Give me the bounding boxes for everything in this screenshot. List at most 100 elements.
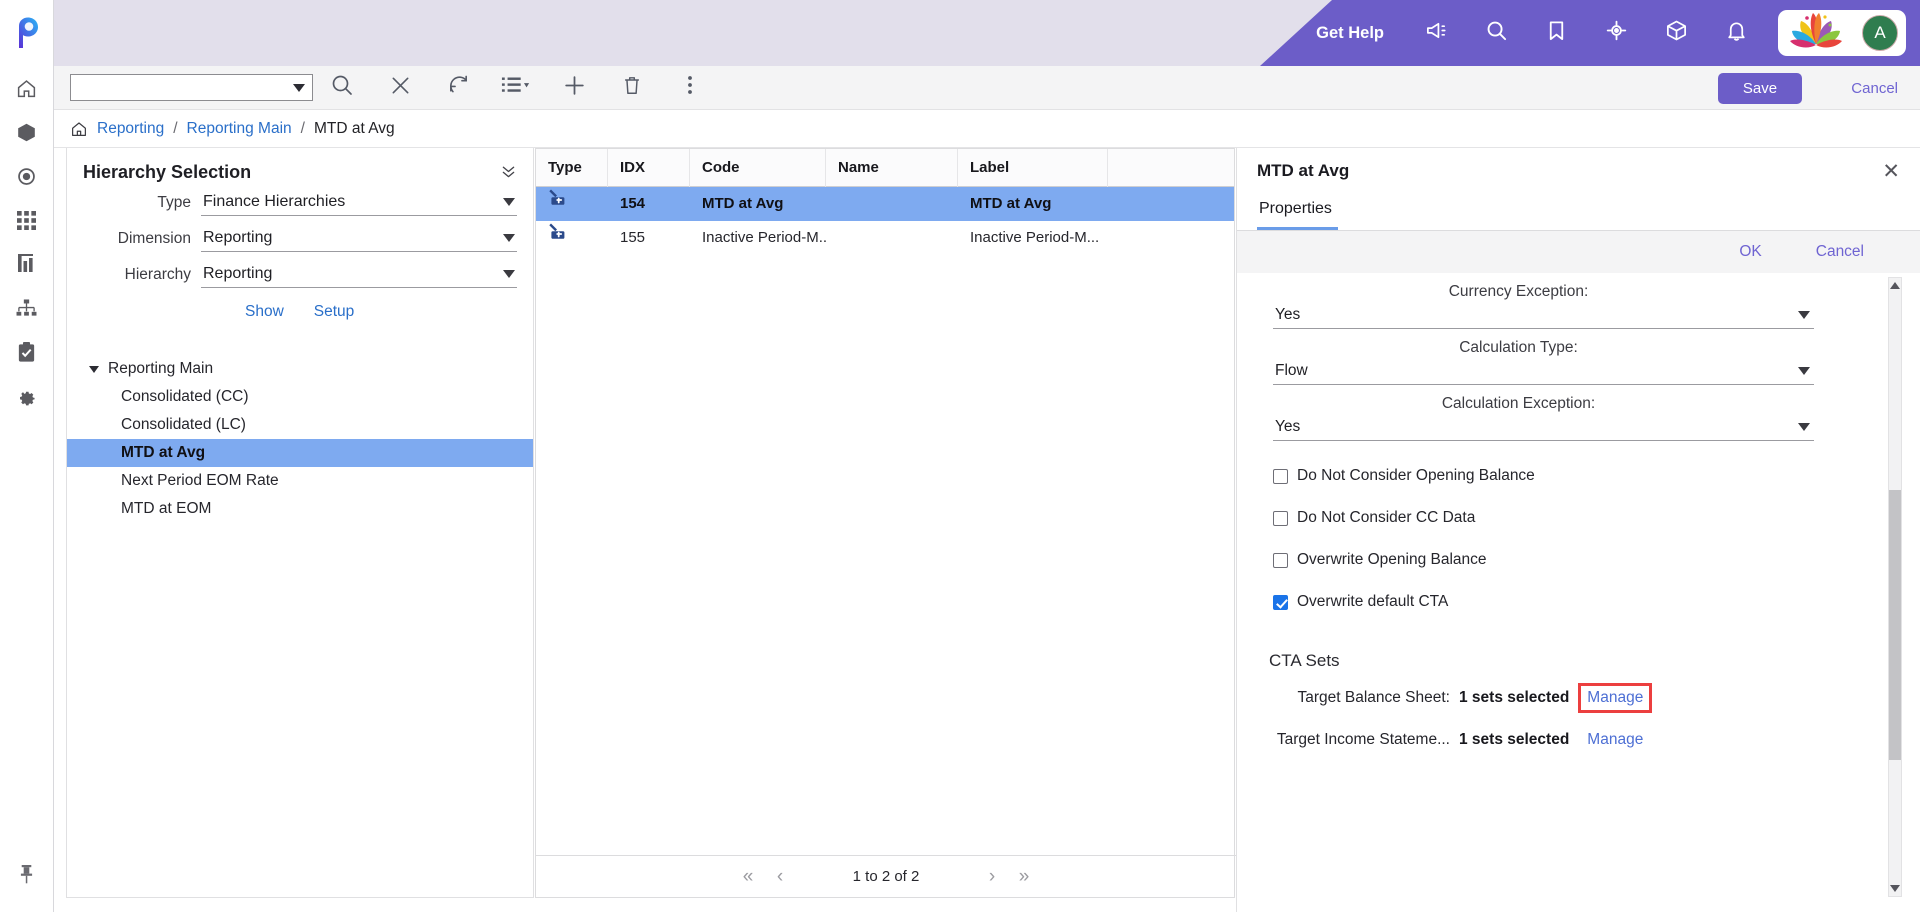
tree-node-consolidated-cc[interactable]: Consolidated (CC) bbox=[67, 383, 533, 411]
tree-node-label: Consolidated (LC) bbox=[121, 416, 246, 433]
table-row[interactable]: 154 MTD at Avg MTD at Avg bbox=[536, 187, 1234, 221]
tree-node-next-period-eom-rate[interactable]: Next Period EOM Rate bbox=[67, 467, 533, 495]
search-button[interactable] bbox=[313, 66, 371, 110]
announcements-button[interactable] bbox=[1406, 0, 1466, 66]
currency-exception-label: Currency Exception: bbox=[1448, 283, 1589, 300]
first-page-button[interactable]: « bbox=[732, 866, 764, 888]
notifications-button[interactable] bbox=[1706, 0, 1766, 66]
dimension-select[interactable]: Reporting bbox=[201, 229, 517, 252]
records-grid: Type IDX Code Name Label 154 MTD at Avg … bbox=[535, 148, 1236, 898]
sidebar-item-settings[interactable] bbox=[5, 374, 49, 418]
checkbox-do-not-consider-cc-data[interactable]: Do Not Consider CC Data bbox=[1237, 497, 1920, 539]
setup-button[interactable]: Setup bbox=[314, 303, 355, 321]
prev-page-button[interactable]: ‹ bbox=[764, 866, 796, 888]
table-row[interactable]: 155 Inactive Period-M... Inactive Period… bbox=[536, 221, 1234, 255]
plus-icon bbox=[562, 73, 587, 103]
delete-button[interactable] bbox=[603, 66, 661, 110]
tree-node-mtd-at-avg[interactable]: MTD at Avg bbox=[67, 439, 533, 467]
checkbox-overwrite-opening-balance[interactable]: Overwrite Opening Balance bbox=[1237, 539, 1920, 581]
calculation-exception-label: Calculation Exception: bbox=[1441, 395, 1596, 412]
checkbox-icon bbox=[1273, 468, 1288, 484]
ok-button[interactable]: OK bbox=[1739, 243, 1761, 261]
gear-icon bbox=[16, 386, 37, 407]
chevron-down-icon bbox=[503, 270, 515, 278]
next-page-button[interactable]: › bbox=[976, 866, 1008, 888]
brand-logo-pill[interactable]: A bbox=[1778, 10, 1906, 56]
sidebar-item-grid[interactable] bbox=[5, 198, 49, 242]
show-button[interactable]: Show bbox=[245, 303, 284, 321]
hierarchy-label: Hierarchy bbox=[124, 266, 191, 283]
cta-count: 1 sets selected bbox=[1459, 731, 1570, 748]
tree-node-consolidated-lc[interactable]: Consolidated (LC) bbox=[67, 411, 533, 439]
add-button[interactable] bbox=[545, 66, 603, 110]
breadcrumb-item-reporting-main[interactable]: Reporting Main bbox=[187, 120, 292, 138]
scrollbar-thumb[interactable] bbox=[1889, 490, 1901, 760]
properties-cancel-button[interactable]: Cancel bbox=[1816, 243, 1864, 261]
avatar[interactable]: A bbox=[1862, 15, 1898, 51]
home-icon[interactable] bbox=[70, 120, 88, 138]
calculation-type-select[interactable]: Flow bbox=[1273, 362, 1814, 385]
apps-button[interactable] bbox=[1646, 0, 1706, 66]
grid-header-row: Type IDX Code Name Label bbox=[536, 148, 1234, 187]
scroll-down-icon[interactable] bbox=[1890, 885, 1900, 892]
breadcrumb-item-reporting[interactable]: Reporting bbox=[97, 120, 164, 138]
hierarchy-type-field: Type Finance Hierarchies bbox=[67, 189, 533, 216]
grid-pagination: « ‹ 1 to 2 of 2 › » bbox=[536, 855, 1236, 897]
manage-target-income-statement-button[interactable]: Manage bbox=[1581, 728, 1649, 752]
hierarchy-type-select[interactable]: Finance Hierarchies bbox=[201, 193, 517, 216]
column-header-name[interactable]: Name bbox=[826, 148, 958, 187]
column-header-label[interactable]: Label bbox=[958, 148, 1108, 187]
clear-button[interactable] bbox=[371, 66, 429, 110]
app-logo[interactable] bbox=[0, 0, 53, 66]
properties-scrollbar[interactable] bbox=[1888, 277, 1902, 897]
sidebar-item-models[interactable] bbox=[5, 110, 49, 154]
sidebar-item-reports[interactable] bbox=[5, 242, 49, 286]
close-icon[interactable]: ✕ bbox=[1882, 161, 1900, 182]
chevron-down-icon bbox=[293, 83, 305, 92]
sidebar-item-targets[interactable] bbox=[5, 154, 49, 198]
column-header-type[interactable]: Type bbox=[536, 148, 608, 187]
column-header-code[interactable]: Code bbox=[690, 148, 826, 187]
search-scope-select[interactable] bbox=[70, 74, 313, 101]
get-help-button[interactable]: Get Help bbox=[1316, 24, 1384, 43]
clipboard-check-icon bbox=[17, 341, 36, 363]
calculation-type-value: Flow bbox=[1275, 362, 1308, 379]
last-page-button[interactable]: » bbox=[1008, 866, 1040, 888]
pin-icon bbox=[17, 863, 36, 885]
bookmarks-button[interactable] bbox=[1526, 0, 1586, 66]
checkbox-do-not-consider-opening-balance[interactable]: Do Not Consider Opening Balance bbox=[1237, 455, 1920, 497]
checkbox-overwrite-default-cta[interactable]: Overwrite default CTA bbox=[1237, 581, 1920, 623]
top-header: Get Help A bbox=[54, 0, 1920, 66]
hierarchy-actions: Show Setup bbox=[67, 297, 533, 321]
chevron-down-icon bbox=[503, 198, 515, 206]
cancel-button[interactable]: Cancel bbox=[1851, 80, 1898, 97]
header-actions: Get Help A bbox=[1316, 0, 1920, 66]
calculation-exception-select[interactable]: Yes bbox=[1273, 418, 1814, 441]
sidebar-item-home[interactable] bbox=[5, 66, 49, 110]
tab-properties[interactable]: Properties bbox=[1257, 194, 1338, 230]
hierarchy-value: Reporting bbox=[203, 265, 273, 282]
sidebar-item-hierarchy[interactable] bbox=[5, 286, 49, 330]
properties-body: Currency Exception: Yes Calculation Type… bbox=[1237, 273, 1920, 905]
checkbox-icon bbox=[1273, 552, 1288, 568]
page-title: Hierarchy Selection bbox=[83, 162, 252, 182]
sidebar-item-tasks[interactable] bbox=[5, 330, 49, 374]
scroll-up-icon[interactable] bbox=[1890, 282, 1900, 289]
tree-node-root[interactable]: Reporting Main bbox=[67, 355, 533, 383]
column-header-idx[interactable]: IDX bbox=[608, 148, 690, 187]
save-button[interactable]: Save bbox=[1718, 73, 1802, 104]
currency-exception-select[interactable]: Yes bbox=[1273, 306, 1814, 329]
focus-button[interactable] bbox=[1586, 0, 1646, 66]
hierarchy-select[interactable]: Reporting bbox=[201, 265, 517, 288]
manage-target-balance-sheet-button[interactable]: Manage bbox=[1578, 683, 1653, 713]
refresh-button[interactable] bbox=[429, 66, 487, 110]
search-button[interactable] bbox=[1466, 0, 1526, 66]
list-view-button[interactable] bbox=[487, 66, 545, 110]
tree-node-mtd-at-eom[interactable]: MTD at EOM bbox=[67, 495, 533, 523]
dimension-label: Dimension bbox=[117, 230, 191, 247]
pin-sidebar-button[interactable] bbox=[5, 852, 49, 896]
breadcrumb-separator: / bbox=[173, 119, 178, 137]
properties-header: MTD at Avg ✕ bbox=[1237, 148, 1920, 194]
more-options-button[interactable] bbox=[661, 66, 719, 110]
chevron-double-down-icon[interactable] bbox=[500, 163, 517, 183]
